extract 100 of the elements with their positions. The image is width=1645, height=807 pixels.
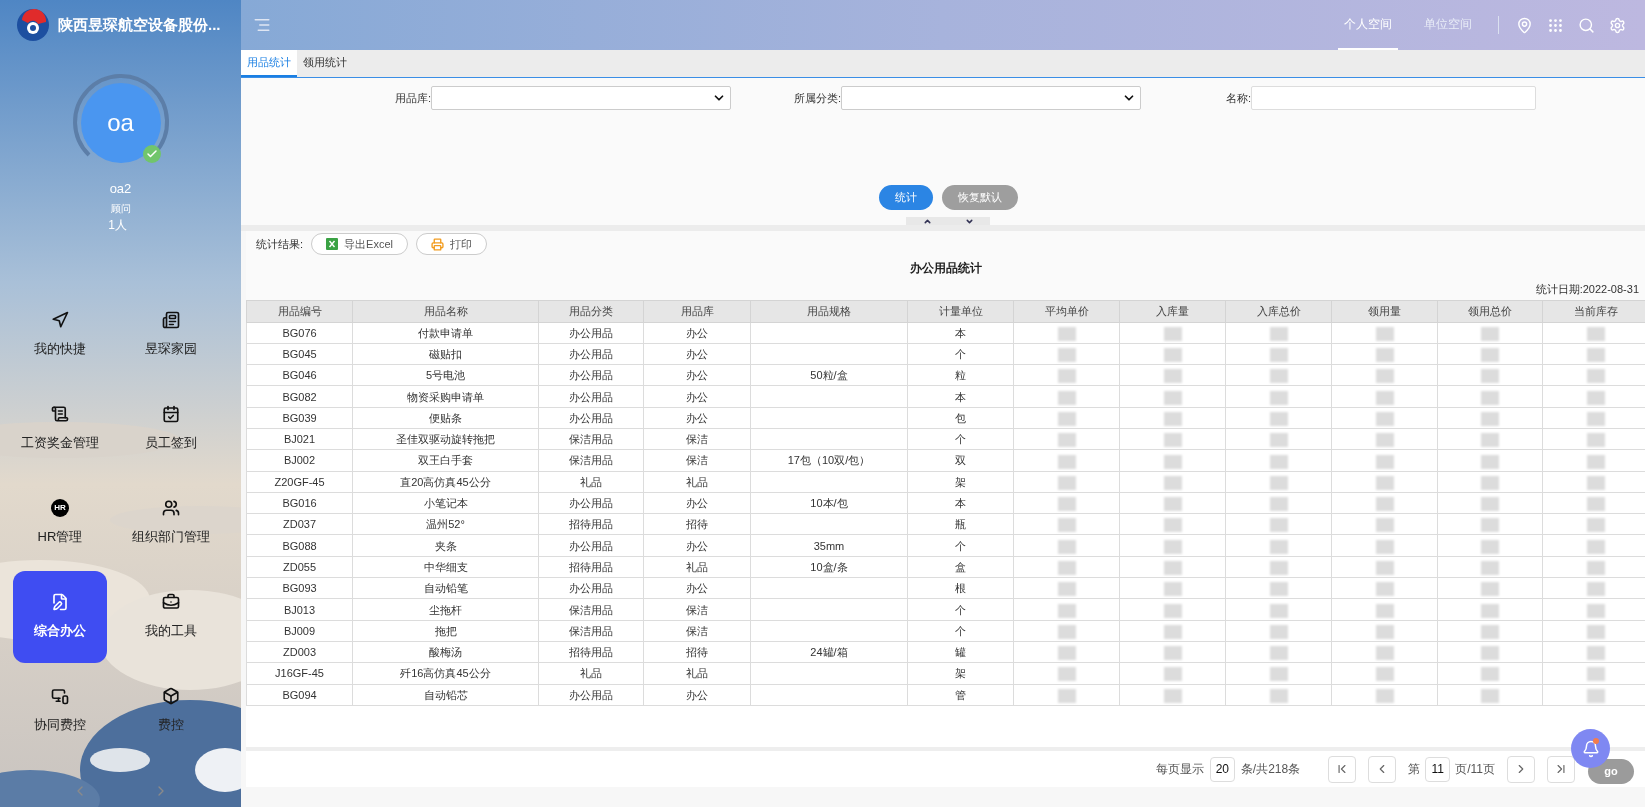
redacted-mark [1375, 348, 1394, 363]
table-cell: 个 [907, 534, 1014, 557]
redacted-mark [1375, 433, 1394, 448]
table-cell: 保洁用品 [538, 620, 644, 642]
page-size-field[interactable]: 20 [1209, 756, 1235, 782]
print-button[interactable]: 打印 [415, 233, 487, 255]
sidebar-item[interactable]: 我的快捷 [13, 288, 107, 381]
redacted-mark [1586, 348, 1605, 363]
table-cell: 根 [907, 577, 1014, 599]
page-count: 页/11页 [1455, 761, 1495, 778]
select-field[interactable] [431, 86, 731, 110]
table-cell: 办公用品 [538, 343, 644, 365]
redacted-mark [1481, 475, 1499, 490]
table-cell: 付款申请单 [352, 322, 539, 344]
form-edit-icon [51, 592, 69, 611]
input-field[interactable] [1251, 86, 1536, 110]
table-cell: 架 [907, 662, 1014, 685]
menu-icon[interactable] [253, 16, 271, 34]
briefcase-icon [162, 592, 180, 611]
redacted-mark [1586, 624, 1605, 639]
scroll-icon [51, 404, 69, 423]
sidebar-item[interactable]: 工资奖金管理 [13, 382, 107, 475]
export-button[interactable]: 导出Excel [311, 233, 408, 255]
location-icon[interactable] [1516, 16, 1533, 34]
table-cell: 自动铅笔 [352, 577, 539, 599]
table-cell: 包 [907, 407, 1014, 429]
redacted-mark [1481, 497, 1499, 512]
table-cell: 温州52° [352, 513, 539, 535]
table-cell: 办公 [643, 684, 751, 706]
redacted-mark [1057, 667, 1076, 682]
sidebar-item[interactable]: 综合办公 [13, 570, 107, 663]
sidebar-item[interactable]: 我的工具 [124, 570, 218, 663]
redacted-mark [1057, 688, 1076, 703]
redacted-mark [1163, 603, 1182, 618]
redacted-mark [1057, 433, 1076, 448]
apps-icon[interactable] [1547, 16, 1564, 34]
table-cell: 招待用品 [538, 641, 644, 663]
filter-label: 所属分类: [792, 90, 841, 106]
table-cell: 盒 [907, 556, 1014, 578]
table-cell: BG046 [246, 364, 353, 386]
redacted-mark [1481, 390, 1499, 405]
table-cell: ZD037 [246, 513, 353, 535]
column-header: 入库总价 [1225, 300, 1332, 322]
sidebar-item[interactable]: 员工签到 [124, 382, 218, 475]
table-cell: 瓶 [907, 513, 1014, 535]
table-cell: 粒 [907, 364, 1014, 386]
sidebar-item[interactable]: 昱琛家园 [124, 288, 218, 381]
statistics-button[interactable]: 统计 [878, 185, 933, 210]
table-cell: 17包（10双/包） [750, 449, 908, 472]
table-cell: 办公 [643, 322, 751, 344]
redacted-mark [1163, 369, 1182, 384]
table-cell: 保洁 [643, 428, 751, 450]
table-cell: 办公用品 [538, 577, 644, 599]
collapse-handle[interactable] [906, 217, 948, 225]
printer-icon [430, 237, 444, 251]
user-role: 顾问 [110, 201, 131, 216]
user-name: oa2 [109, 180, 132, 198]
table-cell: 罐 [907, 641, 1014, 663]
previous-page-button[interactable] [1368, 755, 1397, 783]
table-cell: BG093 [246, 577, 353, 599]
table-cell: ZD055 [246, 556, 353, 578]
tab[interactable]: 领用统计 [297, 50, 353, 77]
redacted-mark [1375, 475, 1394, 490]
redacted-mark [1375, 561, 1394, 575]
table-cell: 50粒/盒 [750, 364, 908, 386]
redacted-mark [1163, 624, 1182, 639]
table-cell: 个 [907, 428, 1014, 450]
expand-handle[interactable] [948, 217, 990, 225]
tab[interactable]: 用品统计 [241, 50, 297, 77]
table-cell: 保洁 [643, 449, 751, 472]
table-cell: BG045 [246, 343, 353, 365]
sidebar-item[interactable]: HR HR管理 [13, 476, 107, 569]
sidebar-item[interactable]: 协同费控 [13, 664, 107, 757]
column-header: 平均单价 [1013, 300, 1120, 322]
redacted-mark [1481, 411, 1499, 426]
redacted-mark [1163, 497, 1182, 512]
table-cell: 个 [907, 343, 1014, 365]
table-cell: 办公 [643, 364, 751, 386]
redacted-mark [1269, 646, 1288, 661]
next-page-button[interactable] [1507, 755, 1535, 783]
sidebar-item[interactable]: 组织部门管理 [124, 476, 218, 569]
table-cell: 保洁用品 [538, 449, 644, 472]
page-number-field[interactable]: 11 [1425, 756, 1451, 782]
redacted-mark [1586, 326, 1605, 341]
first-page-button[interactable] [1328, 755, 1357, 783]
redacted-mark [1269, 497, 1288, 512]
cube-icon [162, 686, 180, 705]
table-cell: 个 [907, 620, 1014, 642]
search-icon[interactable] [1578, 16, 1595, 34]
table-cell: 管 [907, 684, 1014, 706]
settings-icon[interactable] [1609, 16, 1626, 34]
report-date: 统计日期:2022-08-31 [1534, 282, 1640, 297]
table-cell: 便贴条 [352, 407, 539, 429]
redacted-mark [1057, 348, 1076, 363]
select-field[interactable] [841, 86, 1141, 110]
table-cell: 双 [907, 449, 1014, 472]
table-cell: 歼16高仿真45公分 [352, 662, 539, 685]
filter-label: 名称: [1224, 90, 1251, 106]
monitor-icon [51, 686, 69, 705]
redacted-mark [1375, 646, 1394, 661]
